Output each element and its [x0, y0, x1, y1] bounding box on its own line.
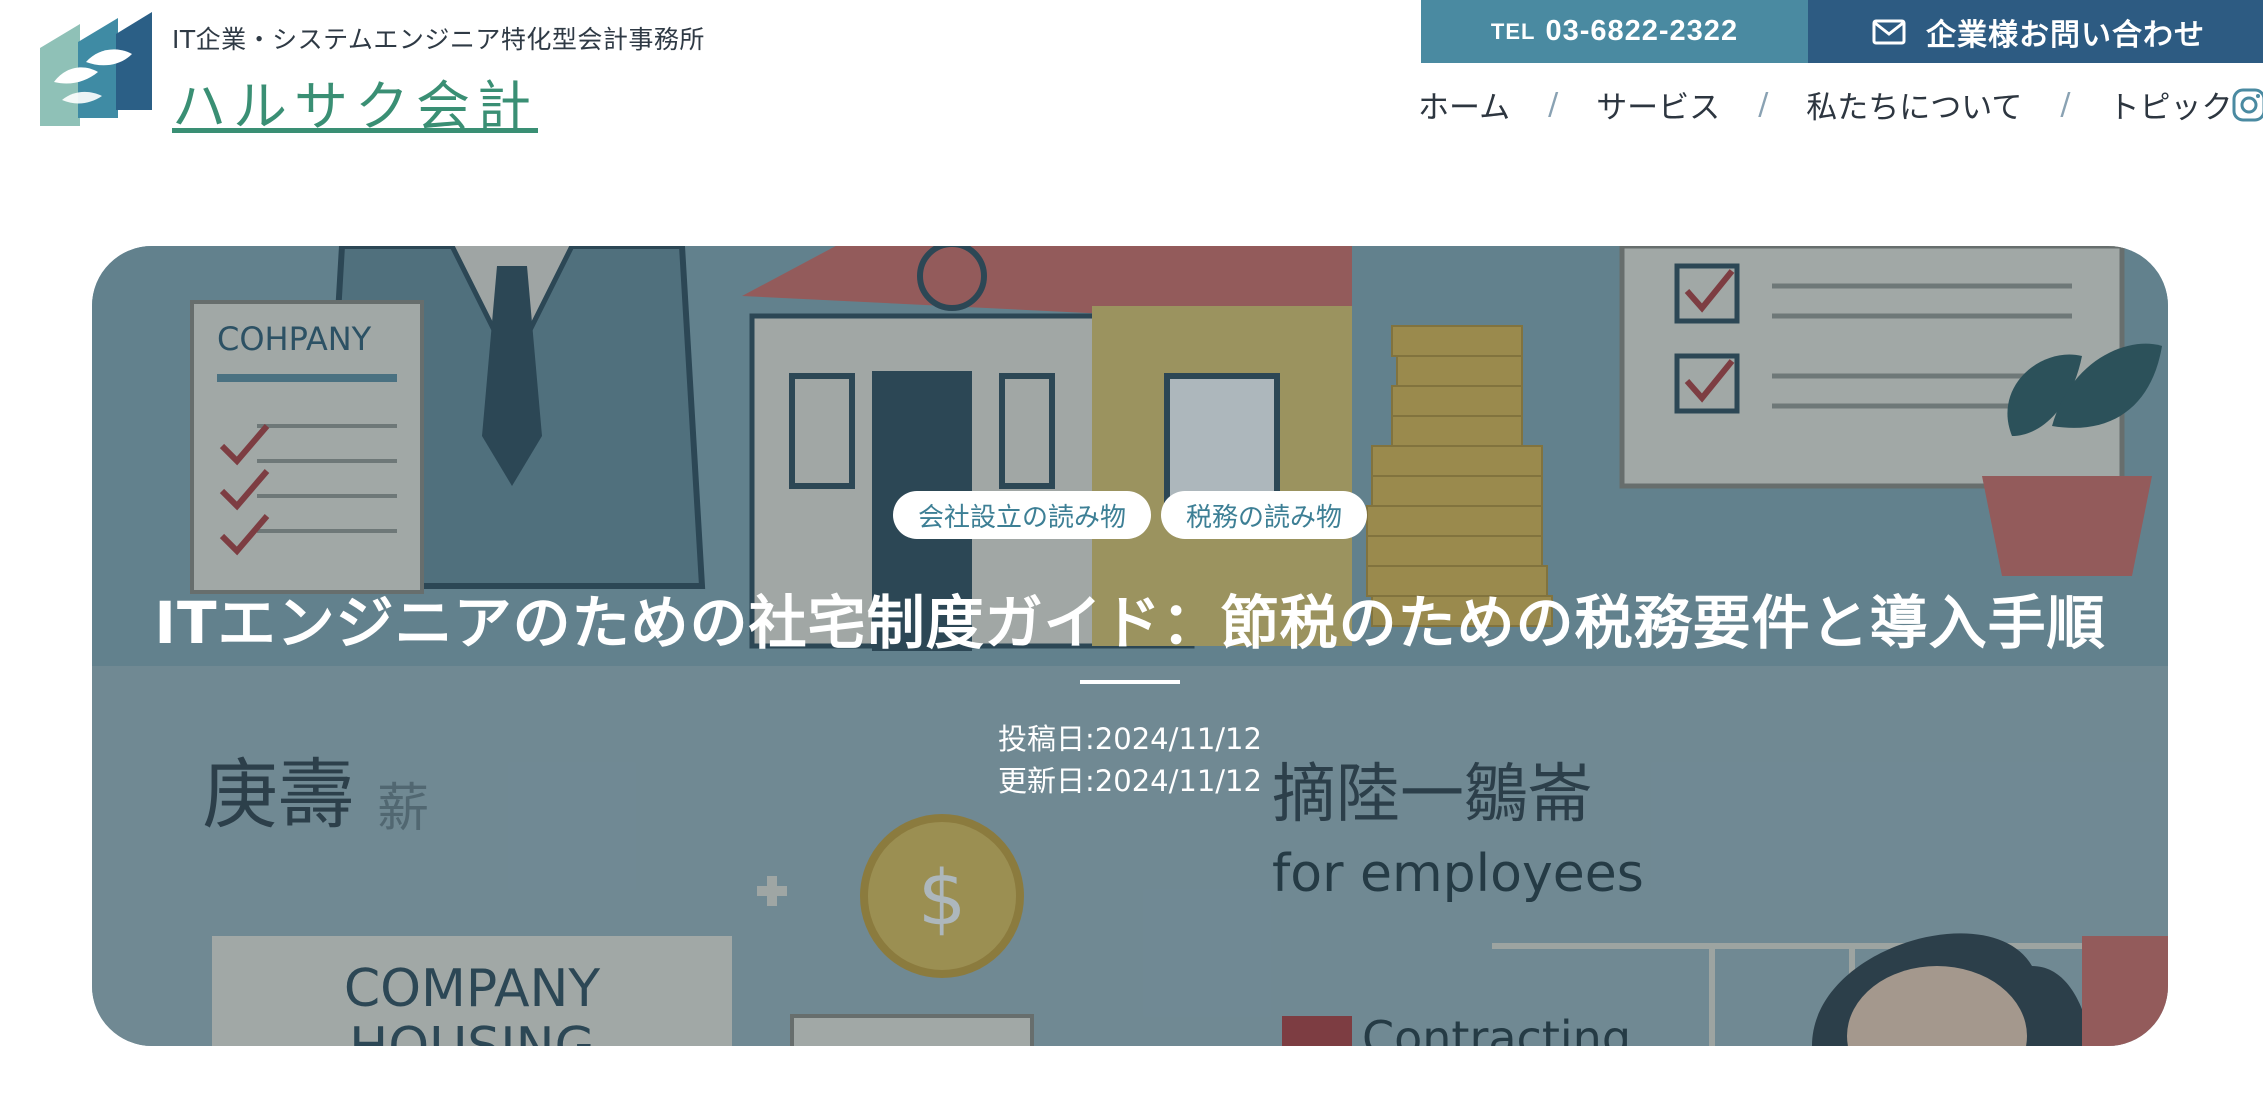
nav-item-about[interactable]: 私たちについて	[1806, 82, 2022, 127]
article-title: ITエンジニアのための社宅制度ガイド：節税のための税務要件と導入手順	[154, 589, 2106, 657]
tel-button[interactable]: TEL 03-6822-2322	[1421, 0, 1808, 63]
title-divider	[1080, 680, 1180, 684]
category-tags: 会社設立の読み物 税務の読み物	[92, 491, 2168, 539]
category-tag-tax[interactable]: 税務の読み物	[1161, 491, 1368, 539]
category-tag-company-setup[interactable]: 会社設立の読み物	[892, 491, 1151, 539]
contact-button[interactable]: 企業様お問い合わせ	[1808, 0, 2263, 63]
nav-item-services[interactable]: サービス	[1596, 82, 1720, 127]
site-title[interactable]: ハルサク会計	[172, 62, 538, 141]
main-nav: ホーム / サービス / 私たちについて / トピック	[1418, 82, 2232, 127]
posted-date: 投稿日:2024/11/12	[998, 722, 1262, 756]
logo-mark-icon	[40, 12, 152, 126]
mail-icon	[1872, 19, 1906, 44]
updated-date: 更新日:2024/11/12	[998, 764, 1262, 798]
article-hero: COHPANY 庚壽 薪 $ COMPANY 摘陸一鶵崙 for employe…	[92, 246, 2168, 1046]
tel-prefix: TEL	[1490, 18, 1536, 44]
article-dates: 投稿日:2024/11/12 更新日:2024/11/12	[92, 718, 2168, 802]
hero-content: 会社設立の読み物 税務の読み物 ITエンジニアのための社宅制度ガイド：節税のため…	[92, 246, 2168, 1046]
nav-item-topics[interactable]: トピック	[2108, 82, 2232, 127]
tel-number: 03-6822-2322	[1545, 15, 1739, 47]
nav-separator: /	[2060, 87, 2071, 122]
instagram-icon	[2232, 88, 2263, 122]
contact-label: 企業様お問い合わせ	[1926, 17, 2205, 53]
nav-separator: /	[1548, 87, 1559, 122]
nav-separator: /	[1758, 87, 1769, 122]
site-tagline: IT企業・システムエンジニア特化型会計事務所	[172, 25, 705, 54]
nav-item-home[interactable]: ホーム	[1418, 82, 1510, 127]
